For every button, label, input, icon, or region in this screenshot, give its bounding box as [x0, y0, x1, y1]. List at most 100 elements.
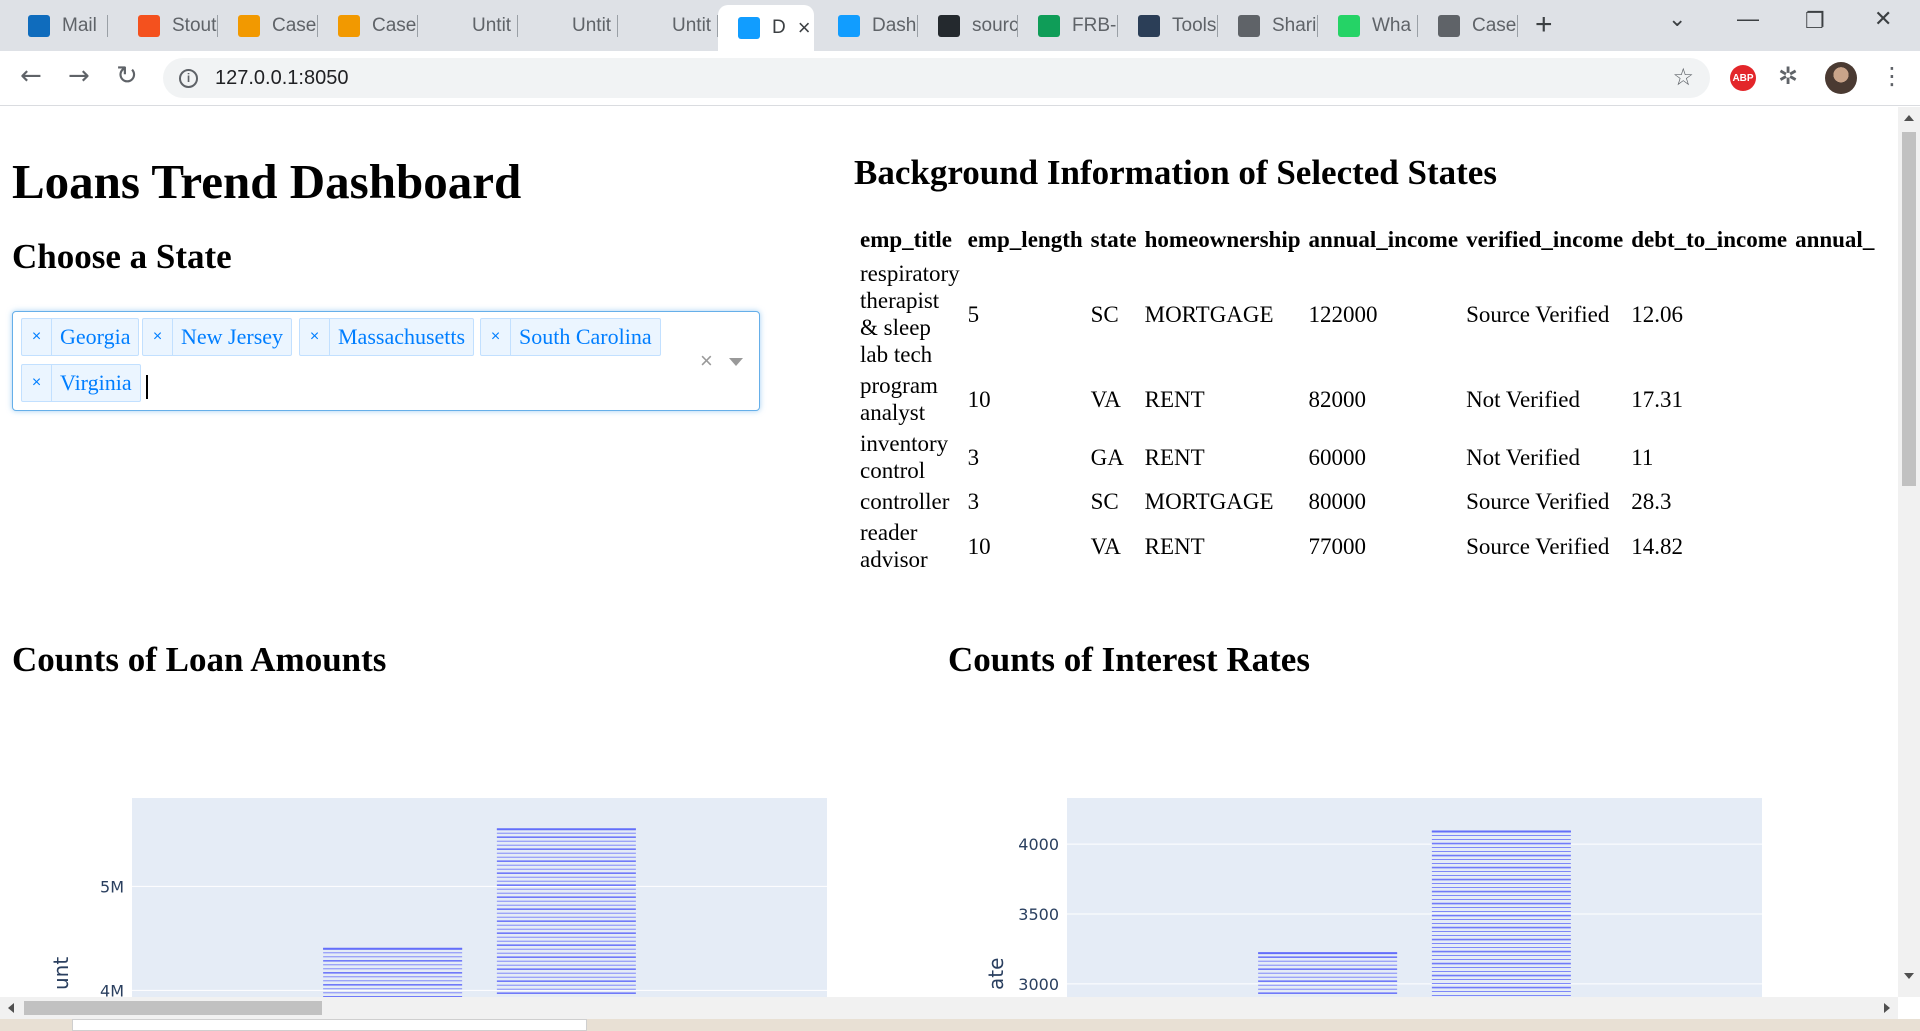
- back-icon[interactable]: ←: [20, 61, 42, 91]
- vertical-scrollbar[interactable]: [1898, 107, 1920, 997]
- state-chip-label: Massachusetts: [338, 324, 466, 349]
- tab-strip: Mail Stout Case Case Untit Untit Untit D × Dash so…: [0, 0, 1920, 51]
- column-header: annual_income: [1308, 227, 1459, 252]
- whatsapp-icon: [1338, 14, 1360, 37]
- stout-icon: [138, 14, 160, 37]
- scroll-left-icon[interactable]: [8, 1003, 14, 1013]
- scroll-right-icon[interactable]: [1884, 1003, 1890, 1013]
- browser-tab[interactable]: Tools: [1118, 5, 1218, 46]
- table-cell: GA: [1090, 444, 1124, 470]
- reload-icon[interactable]: ↻: [116, 61, 138, 91]
- horizontal-scroll-thumb[interactable]: [24, 1001, 322, 1015]
- minimize-button[interactable]: —: [1737, 6, 1759, 32]
- table-cell: Not Verified: [1466, 386, 1580, 412]
- forward-icon[interactable]: →: [68, 61, 90, 91]
- adblock-extension-icon[interactable]: ABP: [1730, 65, 1756, 91]
- browser-tab[interactable]: Untit: [418, 5, 518, 46]
- browser-tab[interactable]: Dash: [818, 5, 918, 46]
- tab-label: FRB-: [1072, 14, 1117, 36]
- bookmark-star-icon[interactable]: ☆: [1672, 63, 1694, 91]
- browser-tab[interactable]: Case: [1418, 5, 1518, 46]
- state-chip[interactable]: × New Jersey: [142, 318, 293, 356]
- table-cell: 3: [967, 444, 980, 470]
- address-bar[interactable]: i 127.0.0.1:8050 ☆: [163, 58, 1710, 98]
- table-cell: Source Verified: [1466, 489, 1610, 514]
- table-cell: [1793, 518, 1876, 574]
- browser-tab[interactable]: Untit: [618, 5, 718, 46]
- tab-label: Stout: [172, 14, 217, 36]
- interest-rate-chart[interactable]: 2500300035004000ate: [975, 798, 1775, 997]
- y-tick-label: 5M: [100, 877, 124, 896]
- browser-tab[interactable]: Wha: [1318, 5, 1418, 46]
- browser-tab[interactable]: FRB-: [1018, 5, 1118, 46]
- state-chip[interactable]: × South Carolina: [480, 318, 661, 356]
- book-icon: [238, 14, 260, 37]
- state-chip[interactable]: × Virginia: [21, 364, 141, 402]
- table-cell: 60000: [1308, 444, 1367, 470]
- y-tick-label: 3500: [1018, 905, 1059, 924]
- site-info-icon[interactable]: i: [179, 68, 198, 88]
- tab-label: sourc: [972, 14, 1018, 36]
- loan-amount-chart[interactable]: 4M 5M unt: [40, 798, 840, 997]
- table-cell: VA: [1090, 533, 1121, 559]
- column-header: annual_: [1795, 227, 1875, 252]
- restore-button[interactable]: ❐: [1805, 8, 1825, 34]
- table-cell: respiratory therapist & sleep lab tech: [860, 261, 960, 367]
- remove-chip-icon[interactable]: ×: [22, 365, 52, 401]
- extensions-puzzle-icon[interactable]: ✲: [1778, 62, 1798, 90]
- tab-label: Shari: [1272, 14, 1317, 36]
- close-tab-icon[interactable]: ×: [798, 15, 811, 41]
- table-cell: 28.3: [1631, 489, 1672, 514]
- remove-chip-icon[interactable]: ×: [300, 319, 330, 355]
- scroll-down-icon[interactable]: [1904, 973, 1914, 979]
- remove-chip-icon[interactable]: ×: [481, 319, 511, 355]
- dropdown-arrow-icon[interactable]: [729, 358, 743, 366]
- browser-tab[interactable]: sourc: [918, 5, 1018, 46]
- column-header: debt_to_income: [1631, 227, 1788, 252]
- tab-label: Case: [1472, 14, 1517, 36]
- table-cell: 5: [967, 301, 980, 327]
- table-cell: 80000: [1308, 489, 1367, 514]
- profile-avatar[interactable]: [1825, 62, 1857, 94]
- taskbar-window[interactable]: [72, 1019, 587, 1031]
- browser-tab[interactable]: Shari: [1218, 5, 1318, 46]
- browser-tab[interactable]: D ×: [718, 5, 814, 51]
- tab-label: Case: [372, 14, 417, 36]
- table-row: respiratory therapist & sleep lab tech 5 S…: [858, 259, 1876, 369]
- state-chip[interactable]: × Georgia: [21, 318, 140, 356]
- table-cell: controller: [860, 489, 950, 514]
- state-chip[interactable]: × Massachusetts: [299, 318, 475, 356]
- more-menu-icon[interactable]: ⋮: [1880, 62, 1904, 90]
- new-tab-button[interactable]: +: [1535, 8, 1553, 42]
- tds-icon: [1138, 14, 1160, 37]
- table-cell: SC: [1090, 301, 1119, 327]
- browser-tab[interactable]: Mail: [8, 5, 108, 46]
- scroll-up-icon[interactable]: [1904, 115, 1914, 121]
- table-cell: [1793, 429, 1876, 485]
- state-multiselect[interactable]: × Georgia × New Jersey × Massachusetts × South …: [12, 311, 760, 411]
- browser-tab[interactable]: Stout: [118, 5, 218, 46]
- tab-divider: [1517, 15, 1518, 37]
- horizontal-scrollbar[interactable]: [0, 997, 1898, 1019]
- plot-background: [132, 798, 827, 997]
- vertical-scroll-thumb[interactable]: [1902, 132, 1916, 486]
- remove-chip-icon[interactable]: ×: [22, 319, 52, 355]
- column-header: homeownership: [1144, 227, 1301, 252]
- browser-tab[interactable]: Case: [318, 5, 418, 46]
- clear-all-icon[interactable]: ×: [700, 348, 713, 374]
- table-cell: Not Verified: [1466, 444, 1580, 470]
- browser-tab[interactable]: Untit: [518, 5, 618, 46]
- y-tick-label: 4M: [100, 981, 124, 997]
- plot-background: [1067, 798, 1762, 997]
- hourglass-icon: [338, 14, 360, 37]
- close-window-button[interactable]: ✕: [1874, 6, 1892, 32]
- browser-tab[interactable]: Case: [218, 5, 318, 46]
- remove-chip-icon[interactable]: ×: [143, 319, 173, 355]
- globe-icon: [1238, 14, 1260, 37]
- text-cursor[interactable]: [146, 375, 148, 399]
- y-axis-label: ate: [984, 958, 1008, 990]
- table-cell: 82000: [1308, 386, 1367, 412]
- tab-search-icon[interactable]: ⌄: [1668, 6, 1686, 32]
- tab-label: Wha: [1372, 14, 1412, 36]
- table-header-row: emp_title emp_length state homeownership ann…: [858, 223, 1876, 257]
